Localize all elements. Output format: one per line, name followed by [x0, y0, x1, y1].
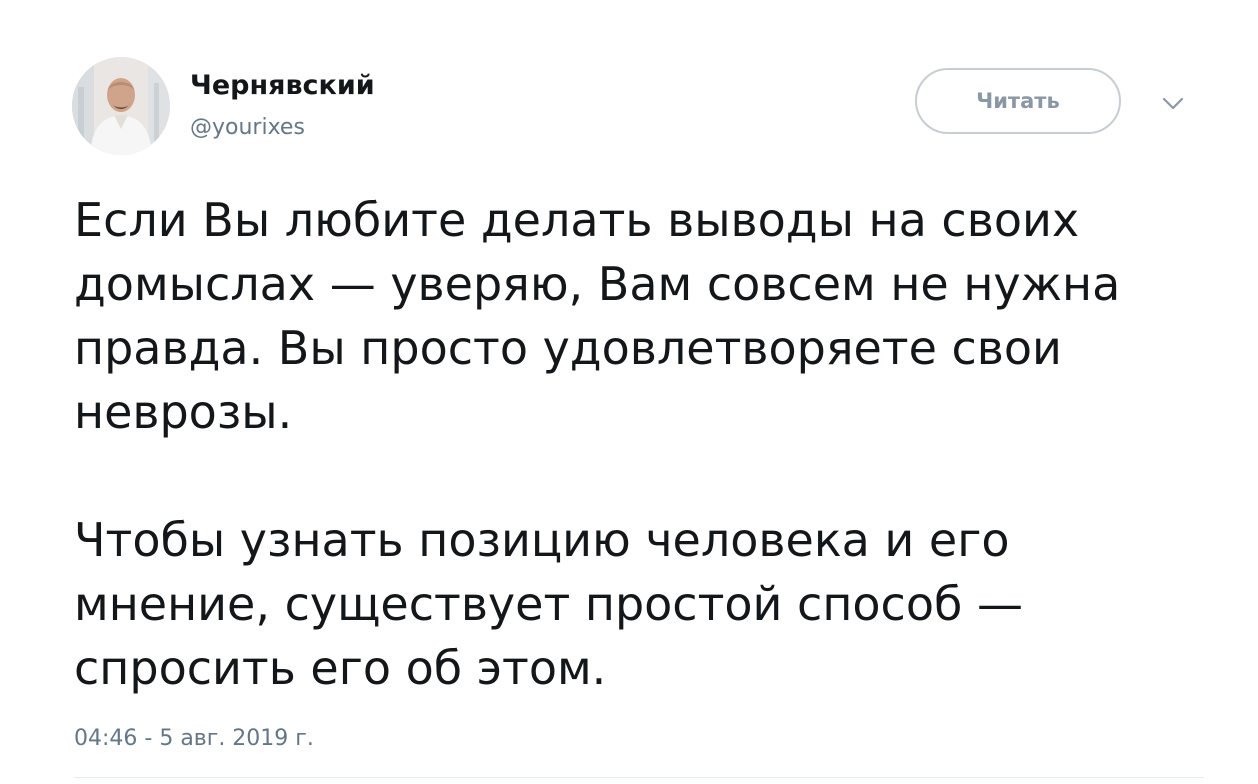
avatar[interactable]: [72, 57, 170, 155]
tweet-text: Если Вы любите делать выводы на своих до…: [74, 188, 1204, 700]
author-display-name[interactable]: Чернявский: [190, 70, 375, 101]
follow-button-label: Читать: [976, 89, 1060, 113]
author-handle[interactable]: @yourixes: [190, 115, 305, 140]
tweet-card: Чернявский @yourixes Читать Если Вы люби…: [0, 0, 1258, 784]
user-photo-icon: [72, 57, 170, 155]
more-menu-button[interactable]: [1160, 94, 1186, 114]
tweet-timestamp[interactable]: 04:46 - 5 авг. 2019 г.: [74, 726, 314, 751]
divider: [74, 777, 1204, 778]
tweet-paragraph: Чтобы узнать позицию человека и его мнен…: [74, 513, 1023, 695]
follow-button[interactable]: Читать: [915, 68, 1121, 134]
tweet-paragraph: Если Вы любите делать выводы на своих до…: [74, 193, 1121, 439]
chevron-down-icon: [1162, 97, 1184, 110]
